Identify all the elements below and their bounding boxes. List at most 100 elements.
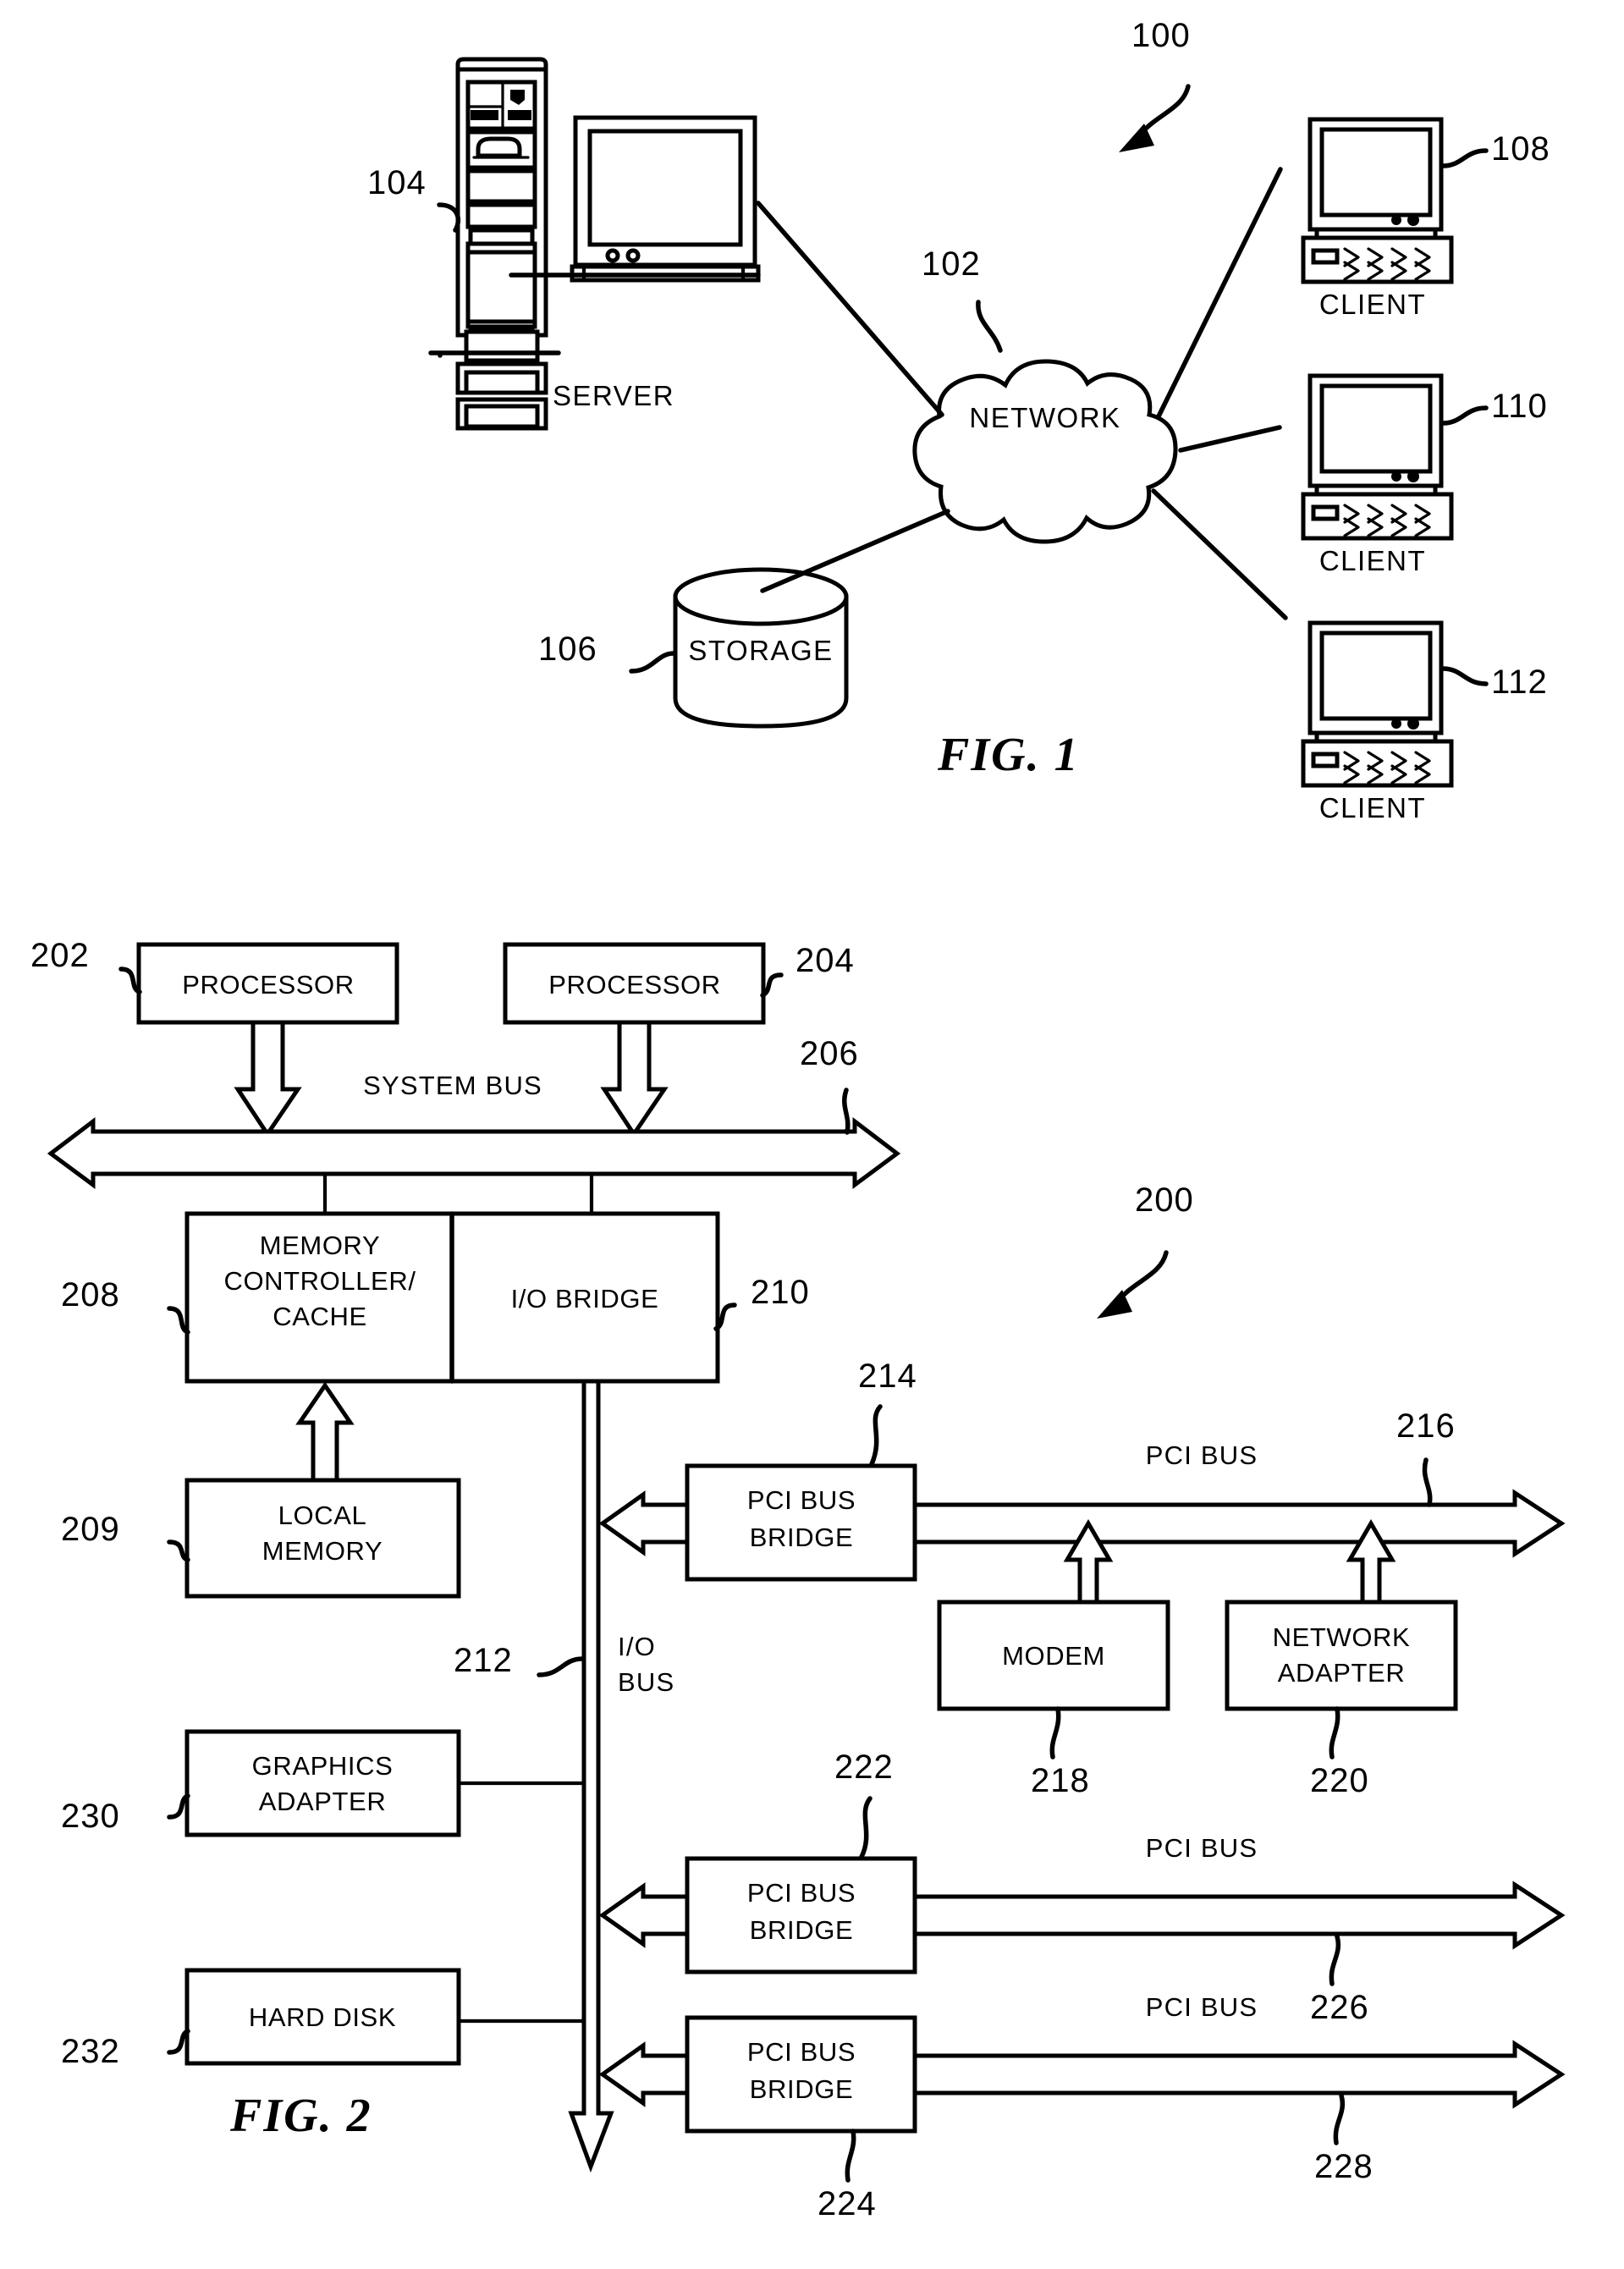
pci-bridge-3-line-2: BRIDGE	[749, 2074, 854, 2104]
pci-bus-3-label: PCI BUS	[1145, 1992, 1258, 2022]
ref-216-leader	[1422, 1457, 1433, 1507]
pci-bus-2-arrow	[912, 1881, 1566, 1950]
graphics-adapter-line-2: ADAPTER	[258, 1787, 387, 1816]
client-computer-icon-3	[1301, 620, 1454, 788]
ref-label-206: 206	[800, 1035, 859, 1072]
ref-label-230: 230	[61, 1798, 120, 1835]
client-1-label: CLIENT	[1318, 289, 1427, 320]
server-label: SERVER	[552, 380, 675, 411]
ref-106-leader	[629, 651, 676, 674]
ref-label-108: 108	[1491, 130, 1550, 168]
ref-label-210: 210	[751, 1274, 810, 1311]
ref-label-228: 228	[1314, 2148, 1374, 2185]
ref-214-leader	[869, 1404, 883, 1467]
processor-1-label: PROCESSOR	[182, 970, 355, 1000]
server-tower-icon	[438, 57, 548, 431]
client-computer-icon-1	[1301, 117, 1454, 284]
ref-label-226: 226	[1310, 1989, 1369, 2026]
ref-label-222: 222	[834, 1749, 894, 1786]
ref-108-leader	[1440, 148, 1489, 168]
ref-label-106: 106	[538, 631, 597, 668]
figure-2-caption: FIG. 2	[230, 2090, 372, 2142]
memory-controller-line-1: MEMORY	[259, 1231, 381, 1260]
link-server-network	[756, 201, 944, 417]
pci-bus-2-label: PCI BUS	[1145, 1833, 1258, 1863]
client-computer-icon-2	[1301, 373, 1454, 541]
pci-bridge-2-line-1: PCI BUS	[746, 1878, 856, 1908]
link-network-client2	[1178, 425, 1282, 453]
ref-226-leader	[1329, 1934, 1340, 1986]
ref-224-leader	[845, 2129, 856, 2183]
pci-bus-1-label: PCI BUS	[1145, 1440, 1258, 1470]
graphics-adapter-line-1: GRAPHICS	[251, 1751, 394, 1781]
link-network-client1	[1156, 167, 1283, 419]
ref-label-112: 112	[1491, 664, 1548, 701]
pci-bridge-3-to-iobus-arrow	[598, 2041, 690, 2107]
ref-label-202: 202	[30, 937, 90, 974]
ref-label-218: 218	[1031, 1762, 1090, 1799]
pci-bus-3-arrow	[912, 2040, 1566, 2109]
storage-label: STORAGE	[688, 635, 834, 666]
link-storage-network	[760, 509, 950, 593]
ref-220-leader	[1329, 1706, 1340, 1760]
ref-104-leader	[437, 202, 461, 233]
local-memory-line-2: MEMORY	[261, 1536, 383, 1566]
memory-controller-line-3: CACHE	[273, 1302, 367, 1331]
system-bus-label: SYSTEM BUS	[363, 1071, 542, 1100]
ref-112-leader	[1440, 666, 1489, 686]
network-label: NETWORK	[969, 402, 1121, 433]
pci-bridge-2-to-iobus-arrow	[598, 1882, 690, 1948]
pci-bridge-1-line-1: PCI BUS	[746, 1485, 856, 1515]
figure-1-caption: FIG. 1	[938, 729, 1080, 781]
ref-label-232: 232	[61, 2033, 120, 2070]
network-adapter-line-1: NETWORK	[1272, 1622, 1411, 1652]
pci-bridge-2-line-2: BRIDGE	[749, 1915, 854, 1945]
ref-102-leader	[976, 300, 1003, 353]
ref-206-leader	[842, 1088, 851, 1135]
ref-label-204: 204	[795, 942, 855, 979]
processor-2-bus-arrow	[600, 1020, 669, 1138]
ref-228-leader	[1333, 2093, 1345, 2145]
local-memory-arrow	[295, 1381, 355, 1483]
ref-label-216: 216	[1396, 1407, 1456, 1445]
io-bus-line-2: BUS	[618, 1667, 675, 1697]
ref-label-209: 209	[61, 1511, 120, 1548]
pci-bridge-1-line-2: BRIDGE	[749, 1523, 854, 1552]
ref-label-100: 100	[1131, 17, 1191, 54]
io-bus-line	[568, 1379, 614, 2173]
ref-label-104: 104	[367, 164, 427, 201]
client-2-label: CLIENT	[1318, 545, 1427, 576]
ref-222-leader	[859, 1796, 873, 1859]
ref-212-leader	[537, 1656, 585, 1677]
io-bridge-label: I/O BRIDGE	[510, 1284, 659, 1313]
ref-label-208: 208	[61, 1276, 120, 1313]
modem-label: MODEM	[1002, 1641, 1105, 1671]
ref-200-leader	[1097, 1250, 1169, 1319]
ref-label-214: 214	[858, 1358, 917, 1395]
ref-label-200: 200	[1135, 1181, 1194, 1219]
processor-2-label: PROCESSOR	[548, 970, 721, 1000]
hard-disk-label: HARD DISK	[248, 2002, 397, 2032]
link-network-client3	[1151, 488, 1288, 620]
io-bus-line-1: I/O	[618, 1632, 656, 1661]
pci-bridge-3-line-1: PCI BUS	[746, 2037, 856, 2067]
client-3-label: CLIENT	[1318, 792, 1427, 823]
network-cloud-icon	[912, 359, 1178, 544]
local-memory-line-1: LOCAL	[278, 1501, 367, 1530]
ref-label-212: 212	[454, 1642, 513, 1679]
ref-label-102: 102	[922, 245, 981, 283]
ref-110-leader	[1440, 405, 1489, 426]
network-adapter-line-2: ADAPTER	[1277, 1658, 1406, 1688]
processor-1-bus-arrow	[234, 1020, 302, 1138]
ref-label-110: 110	[1491, 388, 1548, 425]
network-adapter-box	[1225, 1600, 1458, 1711]
system-bus-arrow	[47, 1116, 901, 1189]
ref-label-224: 224	[818, 2185, 877, 2222]
memory-controller-line-2: CONTROLLER/	[223, 1266, 416, 1296]
ref-100-leader	[1119, 84, 1191, 152]
ref-218-leader	[1049, 1706, 1061, 1760]
patent-figure-sheet: .s { fill:none; stroke:#000; stroke-widt…	[0, 0, 1624, 2269]
server-monitor-icon	[509, 115, 761, 283]
pci-bus-1-arrow	[912, 1489, 1566, 1558]
ref-label-220: 220	[1310, 1762, 1369, 1799]
